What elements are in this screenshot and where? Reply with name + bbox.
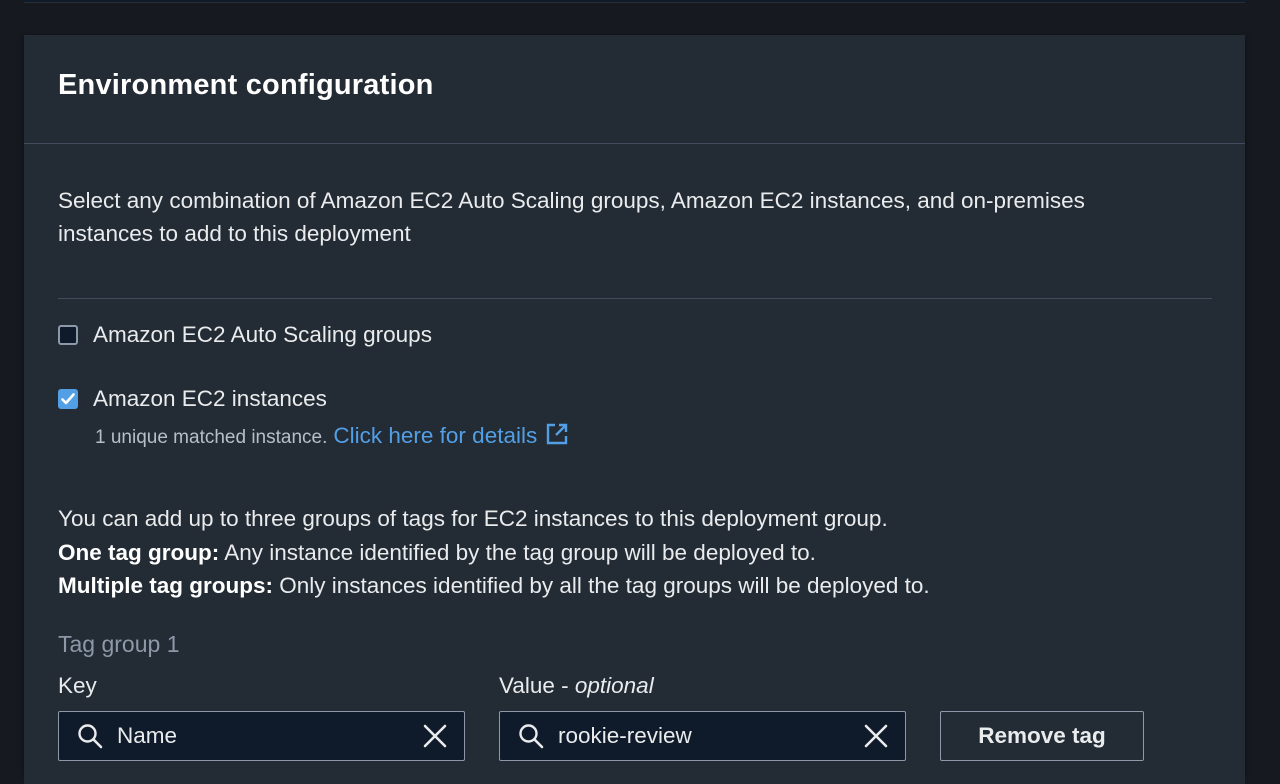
external-link-icon[interactable] xyxy=(545,422,569,452)
value-label: Value - optional xyxy=(499,673,654,699)
card-header: Environment configuration xyxy=(24,35,1245,144)
value-label-text: Value - xyxy=(499,673,575,698)
asg-checkbox-label[interactable]: Amazon EC2 Auto Scaling groups xyxy=(93,322,432,348)
matched-count-text: 1 unique matched instance. xyxy=(95,427,328,448)
asg-checkbox[interactable] xyxy=(58,325,78,345)
tag-group-title: Tag group 1 xyxy=(58,631,180,657)
close-icon[interactable] xyxy=(864,724,888,748)
search-icon xyxy=(77,723,103,749)
checkmark-icon xyxy=(61,393,75,405)
previous-panel-edge xyxy=(24,0,1245,3)
info-line-3-bold: Multiple tag groups: xyxy=(58,573,273,598)
key-input[interactable] xyxy=(117,723,423,749)
matched-instances: 1 unique matched instance. Click here fo… xyxy=(95,422,569,452)
card-body: Select any combination of Amazon EC2 Aut… xyxy=(24,144,1245,784)
info-line-3: Multiple tag groups: Only instances iden… xyxy=(58,569,1208,603)
divider xyxy=(58,298,1212,299)
key-field[interactable] xyxy=(58,711,465,761)
key-label: Key xyxy=(58,673,97,698)
search-icon xyxy=(518,723,544,749)
info-line-3-text: Only instances identified by all the tag… xyxy=(272,573,930,598)
ec2-checkbox-label[interactable]: Amazon EC2 instances xyxy=(93,386,327,412)
info-line-2-bold: One tag group: xyxy=(58,539,220,565)
tag-groups-info: You can add up to three groups of tags f… xyxy=(58,502,1208,603)
remove-tag-button[interactable]: Remove tag xyxy=(940,711,1144,761)
value-label-optional: optional xyxy=(574,673,654,698)
details-link-label[interactable]: Click here for details xyxy=(333,423,537,448)
card-description: Select any combination of Amazon EC2 Aut… xyxy=(58,188,1085,246)
ec2-checkbox[interactable] xyxy=(58,389,78,409)
environment-configuration-card: Environment configuration Select any com… xyxy=(24,35,1245,784)
details-link[interactable]: Click here for details xyxy=(333,422,569,452)
value-input[interactable] xyxy=(558,723,864,749)
info-line-1: You can add up to three groups of tags f… xyxy=(58,506,888,531)
asg-option[interactable]: Amazon EC2 Auto Scaling groups xyxy=(58,322,432,348)
card-title: Environment configuration xyxy=(58,69,434,101)
info-line-2-text: Any instance identified by the tag group… xyxy=(219,539,816,565)
info-line-2: One tag group: Any instance identified b… xyxy=(58,536,1208,570)
value-field[interactable] xyxy=(499,711,906,761)
ec2-option[interactable]: Amazon EC2 instances xyxy=(58,386,327,412)
close-icon[interactable] xyxy=(423,724,447,748)
